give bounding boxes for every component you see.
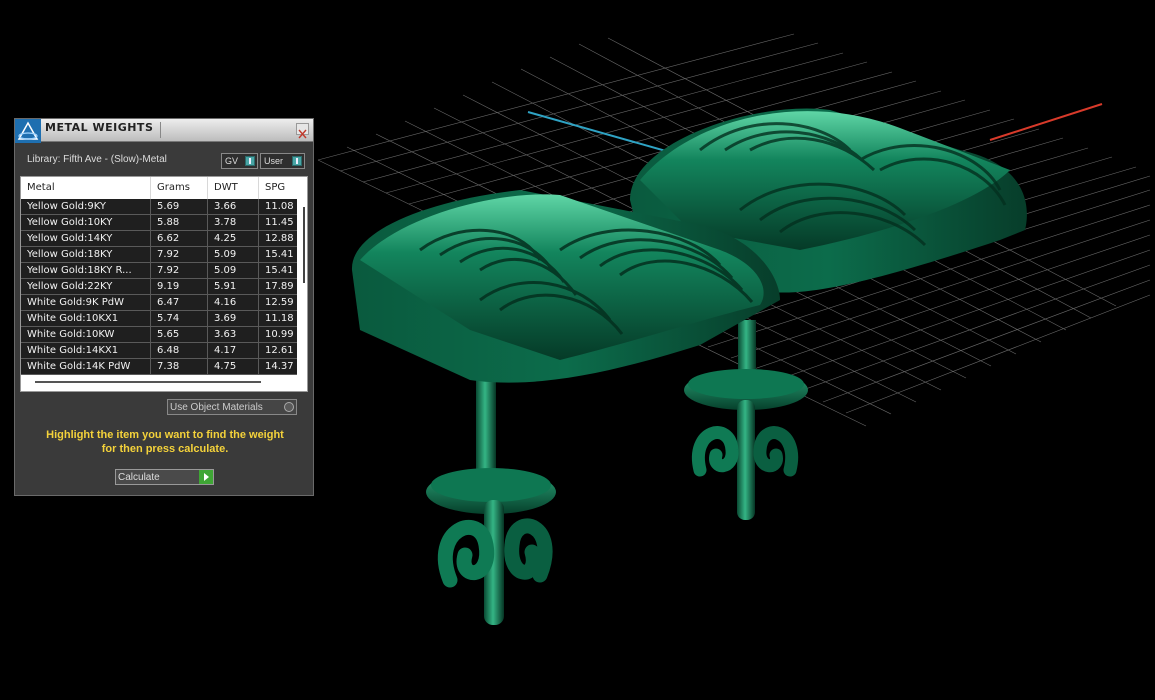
vertical-scrollbar[interactable] [303, 207, 305, 283]
title-bar[interactable]: METAL WEIGHTS [15, 119, 313, 143]
cell-dwt: 4.16 [207, 295, 257, 310]
cell-spg: 15.41 [258, 247, 298, 262]
user-dropdown[interactable]: User [260, 153, 305, 169]
use-object-materials-toggle[interactable]: Use Object Materials [167, 399, 297, 415]
user-dropdown-label: User [264, 156, 284, 166]
metals-table[interactable]: Metal Grams DWT SPG Yellow Gold:9KY 5.69 3… [20, 176, 308, 392]
app-logo-icon [15, 119, 41, 143]
x-axis-line [989, 103, 1103, 141]
cell-grams: 6.62 [150, 231, 206, 246]
cell-grams: 5.69 [150, 199, 206, 214]
cell-grams: 6.48 [150, 343, 206, 358]
help-text: Highlight the item you want to find the … [23, 428, 307, 456]
cell-grams: 9.19 [150, 279, 206, 294]
table-header: Metal Grams DWT SPG [21, 177, 307, 199]
table-row[interactable]: Yellow Gold:22KY 9.19 5.91 17.89 [21, 279, 297, 295]
table-row[interactable]: White Gold:9K PdW 6.47 4.16 12.59 [21, 295, 297, 311]
cell-grams: 5.74 [150, 311, 206, 326]
dropdown-toggle-icon [245, 156, 255, 166]
cell-grams: 7.92 [150, 247, 206, 262]
cell-metal: Yellow Gold:14KY [27, 233, 113, 244]
table-row[interactable]: Yellow Gold:14KY 6.62 4.25 12.88 [21, 231, 297, 247]
cell-dwt: 3.69 [207, 311, 257, 326]
gv-dropdown[interactable]: GV [221, 153, 258, 169]
cell-spg: 12.61 [258, 343, 298, 358]
cell-metal: Yellow Gold:10KY [27, 217, 113, 228]
close-button[interactable] [296, 123, 309, 139]
table-row[interactable]: White Gold:10KW 5.65 3.63 10.99 [21, 327, 297, 343]
cell-spg: 11.08 [258, 199, 298, 214]
help-line-2: for then press calculate. [101, 443, 229, 455]
play-arrow-icon [199, 470, 213, 484]
cell-spg: 11.45 [258, 215, 298, 230]
library-label: Library: Fifth Ave - (Slow)-Metal [27, 154, 167, 165]
table-row[interactable]: Yellow Gold:18KY R... 7.92 5.09 15.41 [21, 263, 297, 279]
cell-dwt: 3.63 [207, 327, 257, 342]
cell-spg: 14.37 [258, 359, 298, 374]
header-spg[interactable]: SPG [258, 177, 298, 199]
cell-dwt: 5.09 [207, 263, 257, 278]
table-row[interactable]: White Gold:14K PdW 7.38 4.75 14.37 [21, 359, 297, 375]
gv-dropdown-label: GV [225, 156, 239, 166]
header-grams[interactable]: Grams [150, 177, 206, 199]
cell-grams: 7.38 [150, 359, 206, 374]
help-line-1: Highlight the item you want to find the … [46, 429, 284, 441]
cell-metal: White Gold:10KW [27, 329, 115, 340]
table-row[interactable]: White Gold:14KX1 6.48 4.17 12.61 [21, 343, 297, 359]
cell-dwt: 5.09 [207, 247, 257, 262]
horizontal-scrollbar[interactable] [35, 381, 261, 383]
header-dwt[interactable]: DWT [207, 177, 257, 199]
cell-spg: 15.41 [258, 263, 298, 278]
cell-metal: Yellow Gold:22KY [27, 281, 113, 292]
cell-grams: 5.65 [150, 327, 206, 342]
cell-spg: 11.18 [258, 311, 298, 326]
cell-spg: 10.99 [258, 327, 298, 342]
cell-metal: White Gold:10KX1 [27, 313, 119, 324]
earring-front [351, 190, 780, 625]
cell-metal: White Gold:9K PdW [27, 297, 124, 308]
cell-dwt: 4.25 [207, 231, 257, 246]
cell-dwt: 5.91 [207, 279, 257, 294]
calculate-button[interactable]: Calculate [115, 469, 214, 485]
header-metal[interactable]: Metal [21, 177, 149, 199]
cell-dwt: 4.75 [207, 359, 257, 374]
cell-grams: 5.88 [150, 215, 206, 230]
close-icon [298, 129, 307, 139]
use-object-materials-label: Use Object Materials [170, 402, 263, 413]
cell-metal: Yellow Gold:18KY R... [27, 265, 132, 276]
y-axis-line [527, 111, 681, 156]
table-row[interactable]: White Gold:10KX1 5.74 3.69 11.18 [21, 311, 297, 327]
cell-dwt: 3.66 [207, 199, 257, 214]
cell-grams: 6.47 [150, 295, 206, 310]
cell-metal: White Gold:14KX1 [27, 345, 119, 356]
table-body: Yellow Gold:9KY 5.69 3.66 11.08 Yellow Gold:… [21, 199, 297, 375]
radio-icon [284, 402, 294, 412]
dropdown-toggle-icon [292, 156, 302, 166]
cell-dwt: 4.17 [207, 343, 257, 358]
table-row[interactable]: Yellow Gold:18KY 7.92 5.09 15.41 [21, 247, 297, 263]
cell-metal: White Gold:14K PdW [27, 361, 131, 372]
table-row[interactable]: Yellow Gold:10KY 5.88 3.78 11.45 [21, 215, 297, 231]
cell-spg: 17.89 [258, 279, 298, 294]
calculate-label: Calculate [118, 472, 160, 483]
cell-metal: Yellow Gold:9KY [27, 201, 106, 212]
title-separator [160, 122, 161, 138]
cell-metal: Yellow Gold:18KY [27, 249, 113, 260]
cell-spg: 12.88 [258, 231, 298, 246]
table-row[interactable]: Yellow Gold:9KY 5.69 3.66 11.08 [21, 199, 297, 215]
cell-dwt: 3.78 [207, 215, 257, 230]
window-title: METAL WEIGHTS [45, 121, 154, 134]
cell-grams: 7.92 [150, 263, 206, 278]
metal-weights-panel: METAL WEIGHTS Library: Fifth Ave - (Slow… [14, 118, 314, 496]
cell-spg: 12.59 [258, 295, 298, 310]
